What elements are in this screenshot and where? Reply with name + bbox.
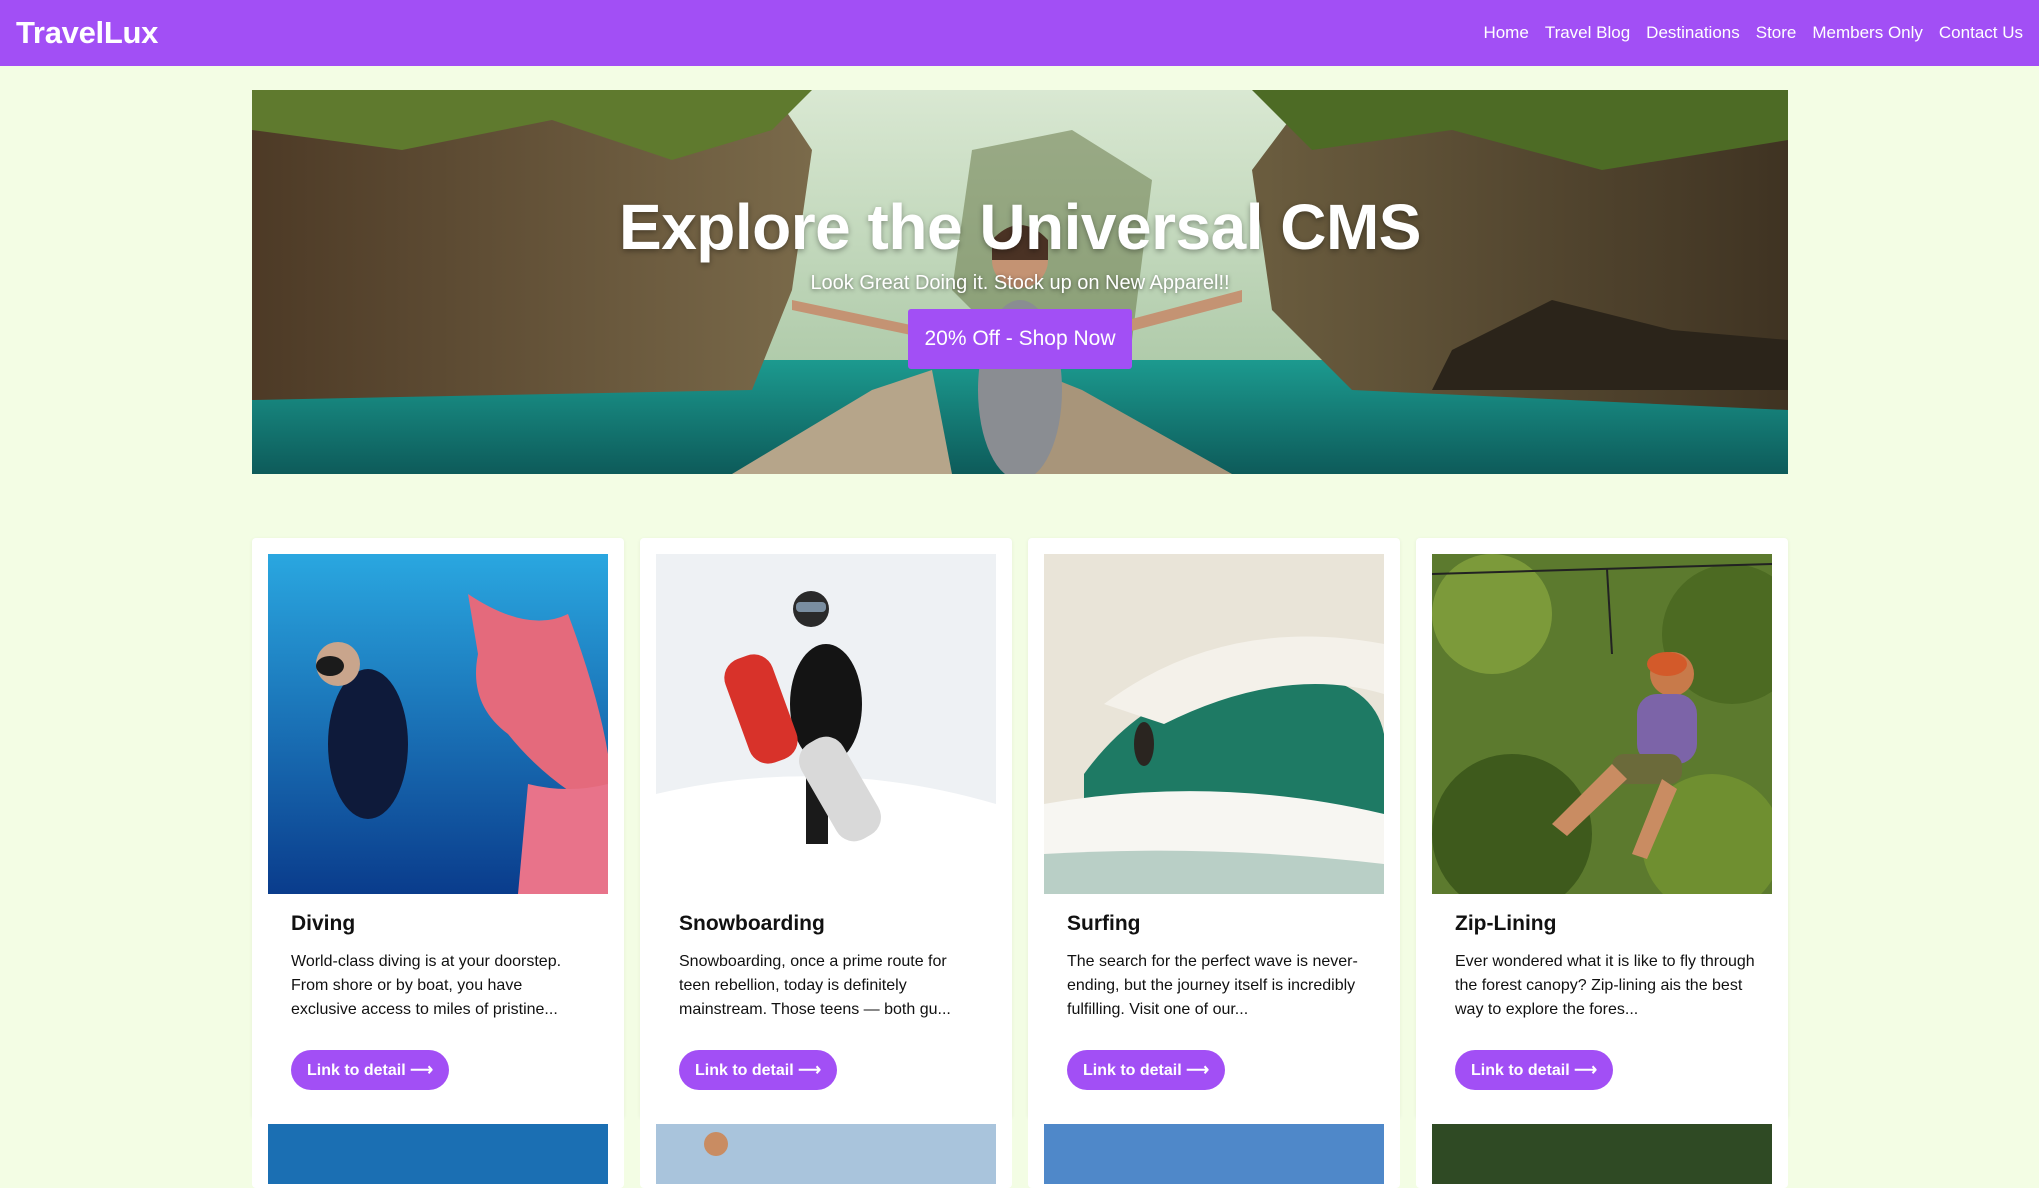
- hero-subtitle: Look Great Doing it. Stock up on New App…: [810, 272, 1230, 294]
- link-to-detail-button[interactable]: Link to detail ⟶: [291, 1050, 450, 1090]
- card-body: Surfing The search for the perfect wave …: [1067, 912, 1367, 1022]
- card-body: Zip-Lining Ever wondered what it is like…: [1455, 912, 1755, 1022]
- hero-title: Explore the Universal CMS: [619, 191, 1421, 263]
- card-image: [1044, 1124, 1384, 1184]
- shop-now-button[interactable]: 20% Off - Shop Now: [908, 309, 1132, 369]
- card-diving: Diving World-class diving is at your doo…: [252, 538, 624, 1118]
- card-surfing: Surfing The search for the perfect wave …: [1028, 538, 1400, 1118]
- card-description: Ever wondered what it is like to fly thr…: [1455, 953, 1755, 1018]
- card-row2-2: [640, 1108, 1012, 1188]
- main-nav: Home Travel Blog Destinations Store Memb…: [1483, 23, 2023, 43]
- activity-cards: Diving World-class diving is at your doo…: [252, 538, 1788, 1188]
- card-body: Diving World-class diving is at your doo…: [291, 912, 591, 1022]
- link-to-detail-button[interactable]: Link to detail ⟶: [1067, 1050, 1226, 1090]
- card-image: [1432, 1124, 1772, 1184]
- card-row2-3: [1028, 1108, 1400, 1188]
- card-description: World-class diving is at your doorstep. …: [291, 953, 562, 1018]
- card-row2-1: [252, 1108, 624, 1188]
- surfing-image: [1044, 554, 1384, 894]
- nav-members-only[interactable]: Members Only: [1812, 23, 1923, 43]
- card-title: Surfing: [1067, 912, 1141, 935]
- nav-contact-us[interactable]: Contact Us: [1939, 23, 2023, 43]
- hero-content: Explore the Universal CMS Look Great Doi…: [252, 90, 1788, 474]
- card-row2-4: [1416, 1108, 1788, 1188]
- card-title: Diving: [291, 912, 356, 935]
- nav-store[interactable]: Store: [1756, 23, 1797, 43]
- card-image: [268, 1124, 608, 1184]
- nav-destinations[interactable]: Destinations: [1646, 23, 1740, 43]
- nav-travel-blog[interactable]: Travel Blog: [1545, 23, 1630, 43]
- snowboarding-image: [656, 554, 996, 894]
- zip-lining-image: [1432, 554, 1772, 894]
- card-title: Zip-Lining: [1455, 912, 1557, 935]
- hero-banner: Explore the Universal CMS Look Great Doi…: [252, 90, 1788, 474]
- card-zip-lining: Zip-Lining Ever wondered what it is like…: [1416, 538, 1788, 1118]
- link-to-detail-button[interactable]: Link to detail ⟶: [679, 1050, 838, 1090]
- card-description: Snowboarding, once a prime route for tee…: [679, 953, 951, 1018]
- top-nav-bar: TravelLux Home Travel Blog Destinations …: [0, 0, 2039, 66]
- card-body: Snowboarding Snowboarding, once a prime …: [679, 912, 979, 1022]
- card-image: [656, 1124, 996, 1184]
- card-description: The search for the perfect wave is never…: [1067, 953, 1358, 1018]
- link-to-detail-button[interactable]: Link to detail ⟶: [1455, 1050, 1614, 1090]
- card-title: Snowboarding: [679, 912, 825, 935]
- diving-image: [268, 554, 608, 894]
- site-logo[interactable]: TravelLux: [16, 15, 158, 51]
- nav-home[interactable]: Home: [1483, 23, 1528, 43]
- card-snowboarding: Snowboarding Snowboarding, once a prime …: [640, 538, 1012, 1118]
